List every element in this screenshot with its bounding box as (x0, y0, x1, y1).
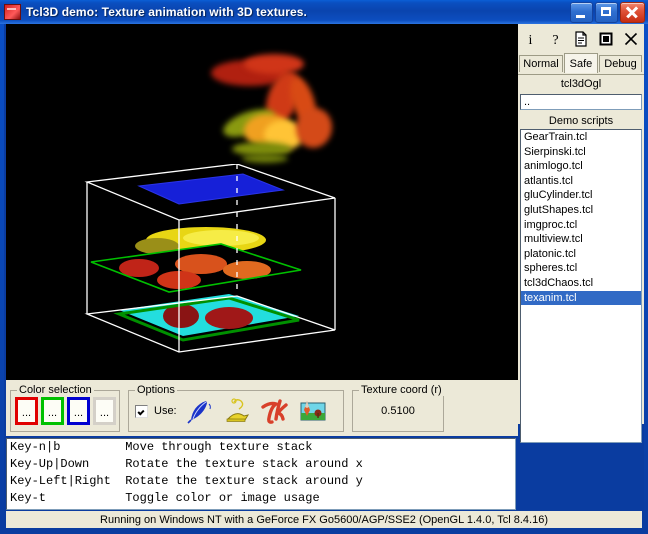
list-item[interactable]: GearTrain.tcl (521, 130, 641, 145)
window-title: Tcl3D demo: Texture animation with 3D te… (26, 5, 307, 19)
lamp-icon[interactable] (221, 396, 253, 426)
tk-logo-icon[interactable] (259, 396, 291, 426)
color-button-green[interactable]: ... (41, 397, 64, 425)
key-bindings-text[interactable]: Key-n|b Move through texture stack Key-U… (6, 438, 516, 510)
window-buttons (570, 2, 645, 23)
texture-stack-cube (61, 164, 361, 354)
list-item[interactable]: platonic.tcl (521, 247, 641, 262)
application-window: Tcl3D demo: Texture animation with 3D te… (0, 0, 648, 534)
use-label: Use: (154, 405, 177, 417)
toolbar: i ? (518, 26, 644, 52)
current-dir-label: tcl3dOgl (520, 76, 642, 92)
texture-coord-group: Texture coord (r) 0.5100 (352, 384, 444, 432)
right-panel: i ? Normal Safe Debug tcl3dOgl .. Demo s… (518, 24, 644, 443)
client-area: i ? Normal Safe Debug tcl3dOgl .. Demo s… (4, 24, 644, 530)
feather-icon[interactable] (183, 396, 215, 426)
texture-coord-title: Texture coord (r) (359, 384, 444, 396)
minimize-button[interactable] (570, 2, 593, 23)
color-button-gray[interactable]: ... (93, 397, 116, 425)
color-button-blue[interactable]: ... (67, 397, 90, 425)
list-item[interactable]: imgproc.tcl (521, 218, 641, 233)
key-binding-line: Key-n|b Move through texture stack (10, 440, 313, 454)
status-text: Running on Windows NT with a GeForce FX … (100, 513, 548, 526)
color-selection-group: Color selection ... ... ... ... (10, 384, 120, 432)
controls-strip: Color selection ... ... ... ... Options … (6, 380, 518, 436)
texture-coord-value: 0.5100 (381, 405, 415, 417)
options-group: Options Use: (128, 384, 344, 432)
list-item[interactable]: glutShapes.tcl (521, 203, 641, 218)
window-icon[interactable] (593, 26, 618, 51)
image-icon[interactable] (297, 396, 329, 426)
tcl3d-icon (4, 4, 21, 20)
options-row: Use: (135, 396, 329, 426)
options-title: Options (135, 384, 177, 396)
opengl-canvas[interactable] (6, 24, 518, 380)
tab-safe[interactable]: Safe (564, 53, 598, 73)
list-item[interactable]: spheres.tcl (521, 261, 641, 276)
directory-listbox[interactable]: .. (520, 94, 642, 110)
list-item[interactable]: multiview.tcl (521, 232, 641, 247)
list-item[interactable]: .. (521, 95, 641, 109)
list-item[interactable]: atlantis.tcl (521, 174, 641, 189)
tab-debug[interactable]: Debug (599, 55, 642, 72)
tab-normal[interactable]: Normal (519, 55, 563, 72)
key-binding-line: Key-Up|Down Rotate the texture stack aro… (10, 457, 363, 471)
list-item[interactable]: gluCylinder.tcl (521, 188, 641, 203)
help-icon[interactable]: ? (543, 26, 568, 51)
title-bar: Tcl3D demo: Texture animation with 3D te… (0, 0, 648, 24)
svg-text:i: i (529, 33, 533, 47)
info-icon[interactable]: i (518, 26, 543, 51)
demo-scripts-listbox[interactable]: GearTrain.tcl Sierpinski.tcl animlogo.tc… (520, 129, 642, 443)
document-icon[interactable] (568, 26, 593, 51)
list-item[interactable]: tcl3dChaos.tcl (521, 276, 641, 291)
close-icon[interactable] (618, 26, 643, 51)
svg-text:?: ? (552, 33, 558, 47)
key-binding-line: Key-Left|Right Rotate the texture stack … (10, 474, 363, 488)
cube-svg (84, 164, 336, 353)
status-bar: Running on Windows NT with a GeForce FX … (6, 511, 642, 528)
list-item[interactable]: animlogo.tcl (521, 159, 641, 174)
color-button-red[interactable]: ... (15, 397, 38, 425)
maximize-button[interactable] (595, 2, 618, 23)
mode-tabs: Normal Safe Debug (518, 53, 644, 75)
key-binding-line: Key-t Toggle color or image usage (10, 491, 320, 505)
use-checkbox[interactable] (135, 404, 148, 418)
color-selection-title: Color selection (17, 384, 94, 396)
list-item[interactable]: Sierpinski.tcl (521, 145, 641, 160)
list-item-selected[interactable]: texanim.tcl (521, 290, 641, 306)
demo-scripts-label: Demo scripts (520, 113, 642, 129)
close-button[interactable] (620, 2, 645, 23)
color-buttons: ... ... ... ... (15, 397, 116, 425)
